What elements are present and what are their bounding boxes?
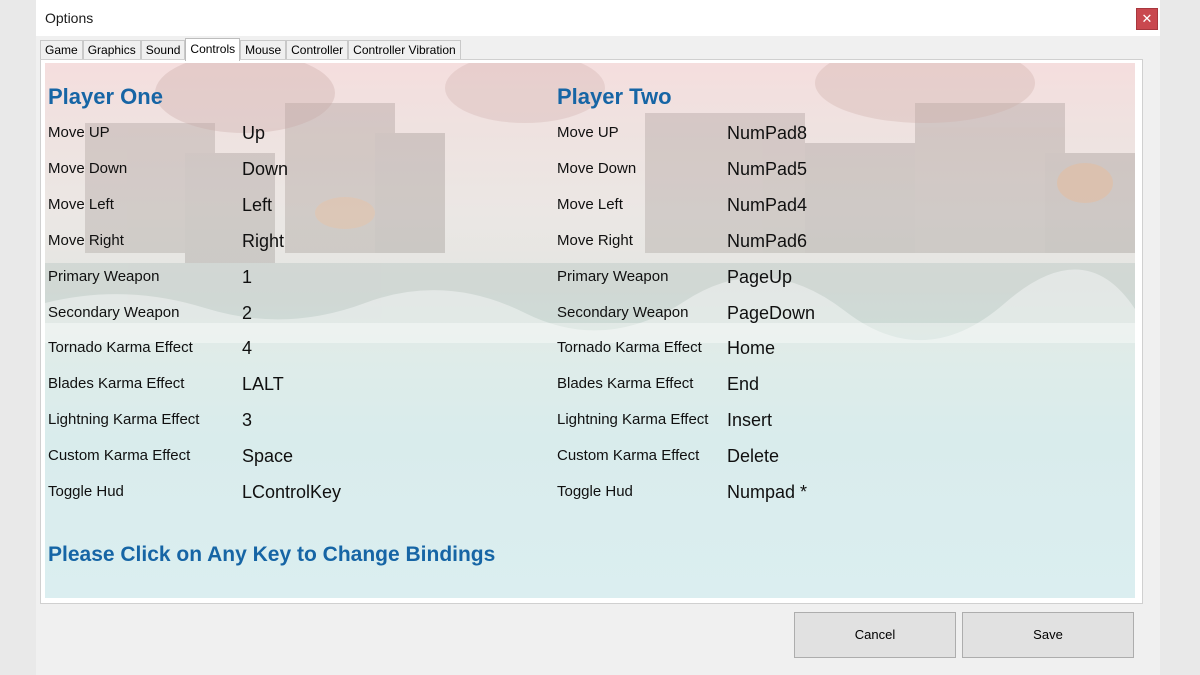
p1-action-label: Toggle Hud [48, 483, 124, 500]
p2-key-binding[interactable]: Insert [727, 410, 772, 431]
p1-key-binding[interactable]: Down [242, 159, 288, 180]
background-scene-image: Player One Player Two Move UP Up Move Do… [45, 63, 1135, 598]
desktop-edge [1160, 0, 1200, 675]
p1-key-binding[interactable]: Space [242, 446, 293, 467]
p1-key-binding[interactable]: Left [242, 195, 272, 216]
p1-key-binding[interactable]: Up [242, 123, 265, 144]
tab-graphics[interactable]: Graphics [82, 40, 141, 60]
p2-key-binding[interactable]: PageDown [727, 303, 815, 324]
close-icon[interactable]: ✕ [1136, 8, 1158, 30]
save-button[interactable]: Save [962, 612, 1134, 658]
p1-action-label: Tornado Karma Effect [48, 339, 193, 356]
p1-key-binding[interactable]: Right [242, 231, 284, 252]
tab-sound[interactable]: Sound [140, 40, 186, 60]
p2-action-label: Toggle Hud [557, 483, 633, 500]
p2-action-label: Move Right [557, 232, 633, 249]
tab-game[interactable]: Game [40, 40, 83, 60]
p1-key-binding[interactable]: 1 [242, 267, 252, 288]
p2-action-label: Move Left [557, 196, 623, 213]
tab-controls[interactable]: Controls [185, 38, 241, 61]
p2-action-label: Tornado Karma Effect [557, 339, 702, 356]
p2-action-label: Primary Weapon [557, 268, 669, 285]
p1-action-label: Secondary Weapon [48, 304, 180, 321]
p2-action-label: Lightning Karma Effect [557, 411, 709, 428]
tab-controller-vibration[interactable]: Controller Vibration [348, 40, 461, 60]
p1-key-binding[interactable]: 3 [242, 410, 252, 431]
p2-action-label: Blades Karma Effect [557, 375, 694, 392]
p2-key-binding[interactable]: End [727, 374, 759, 395]
p1-action-label: Move UP [48, 124, 110, 141]
p1-action-label: Move Right [48, 232, 124, 249]
controls-panel: Player One Player Two Move UP Up Move Do… [40, 59, 1143, 604]
p2-key-binding[interactable]: NumPad5 [727, 159, 807, 180]
p1-action-label: Move Down [48, 160, 128, 177]
p2-key-binding[interactable]: Numpad * [727, 482, 807, 503]
p2-key-binding[interactable]: NumPad6 [727, 231, 807, 252]
window-title: Options [45, 10, 94, 26]
p1-key-binding[interactable]: LALT [242, 374, 284, 395]
p2-action-label: Move UP [557, 124, 619, 141]
options-window: Options ✕ Game Graphics Sound Controls M… [36, 0, 1160, 675]
p2-action-label: Move Down [557, 160, 637, 177]
tab-strip: Game Graphics Sound Controls Mouse Contr… [40, 38, 461, 61]
p1-action-label: Blades Karma Effect [48, 375, 185, 392]
p2-action-label: Secondary Weapon [557, 304, 689, 321]
p2-action-label: Custom Karma Effect [557, 447, 700, 464]
player-one-heading: Player One [48, 84, 163, 109]
tab-controller[interactable]: Controller [286, 40, 349, 60]
cancel-button[interactable]: Cancel [794, 612, 956, 658]
p2-key-binding[interactable]: NumPad8 [727, 123, 807, 144]
p2-key-binding[interactable]: Delete [727, 446, 779, 467]
title-bar: Options ✕ [36, 0, 1160, 36]
p1-action-label: Custom Karma Effect [48, 447, 191, 464]
p1-key-binding[interactable]: 4 [242, 338, 252, 359]
p1-key-binding[interactable]: 2 [242, 303, 252, 324]
p1-action-label: Lightning Karma Effect [48, 411, 200, 428]
p1-action-label: Move Left [48, 196, 114, 213]
scene-illustration [45, 63, 1135, 343]
player-two-heading: Player Two [557, 84, 672, 109]
tab-mouse[interactable]: Mouse [240, 40, 287, 60]
p2-key-binding[interactable]: NumPad4 [727, 195, 807, 216]
p1-action-label: Primary Weapon [48, 268, 160, 285]
binding-hint-text: Please Click on Any Key to Change Bindin… [48, 543, 496, 566]
p1-key-binding[interactable]: LControlKey [242, 482, 341, 503]
p2-key-binding[interactable]: PageUp [727, 267, 792, 288]
p2-key-binding[interactable]: Home [727, 338, 775, 359]
